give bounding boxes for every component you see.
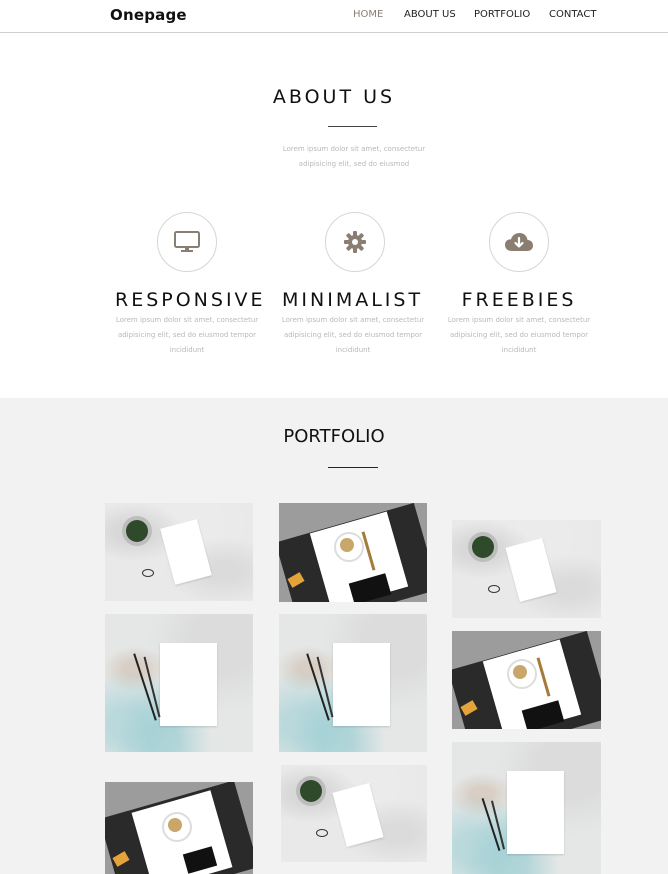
responsive-icon-circle	[157, 212, 217, 272]
nav-item-contact[interactable]: CONTACT	[549, 9, 596, 20]
feature-text-line: adipisicing elit, sed do eiusmod tempor	[449, 331, 589, 339]
portfolio-photo-3[interactable]	[452, 520, 601, 618]
feature-text-freebies: Lorem ipsum dolor sit amet, consectetur …	[439, 313, 599, 358]
portfolio-section: PORTFOLIO	[0, 398, 668, 874]
feature-text-line: incididunt	[335, 346, 371, 354]
top-navbar: Onepage HOME ABOUT US PORTFOLIO CONTACT	[0, 0, 668, 33]
portfolio-title-divider	[328, 467, 378, 468]
feature-text-line: adipisicing elit, sed do eiusmod tempor	[117, 331, 257, 339]
feature-text-line: incididunt	[169, 346, 205, 354]
portfolio-photo-7[interactable]	[105, 782, 253, 874]
feature-text-line: Lorem ipsum dolor sit amet, consectetur	[115, 316, 259, 324]
nav-menu: HOME ABOUT US PORTFOLIO CONTACT	[0, 9, 668, 25]
feature-text-responsive: Lorem ipsum dolor sit amet, consectetur …	[107, 313, 267, 358]
nav-item-portfolio[interactable]: PORTFOLIO	[474, 9, 530, 20]
nav-item-home[interactable]: HOME	[353, 9, 383, 20]
about-intro-line: Lorem ipsum dolor sit amet, consectetur	[282, 145, 426, 153]
portfolio-photo-9[interactable]	[452, 742, 601, 874]
nav-item-about-us[interactable]: ABOUT US	[404, 9, 456, 20]
portfolio-photo-6[interactable]	[452, 631, 601, 729]
feature-text-line: incididunt	[501, 346, 537, 354]
cloud-download-icon	[505, 233, 533, 251]
about-title-divider	[328, 126, 377, 127]
minimalist-icon-circle	[325, 212, 385, 272]
portfolio-title: PORTFOLIO	[283, 426, 385, 447]
about-intro-line: adipisicing elit, sed do eiusmod	[298, 160, 410, 168]
portfolio-photo-1[interactable]	[105, 503, 253, 601]
portfolio-photo-5[interactable]	[279, 614, 427, 752]
feature-text-line: Lorem ipsum dolor sit amet, consectetur	[281, 316, 425, 324]
feature-title-minimalist: MINIMALIST	[282, 289, 424, 311]
feature-title-responsive: RESPONSIVE	[115, 289, 266, 311]
monitor-icon	[174, 231, 200, 252]
portfolio-photo-4[interactable]	[105, 614, 253, 752]
freebies-icon-circle	[489, 212, 549, 272]
portfolio-photo-2[interactable]	[279, 503, 427, 602]
feature-text-minimalist: Lorem ipsum dolor sit amet, consectetur …	[273, 313, 433, 358]
about-intro: Lorem ipsum dolor sit amet, consectetur …	[234, 142, 474, 172]
gear-icon	[344, 231, 366, 253]
about-title: ABOUT US	[272, 86, 396, 108]
feature-title-freebies: FREEBIES	[461, 289, 577, 311]
feature-text-line: adipisicing elit, sed do eiusmod tempor	[283, 331, 423, 339]
feature-text-line: Lorem ipsum dolor sit amet, consectetur	[447, 316, 591, 324]
portfolio-photo-8[interactable]	[281, 765, 427, 862]
